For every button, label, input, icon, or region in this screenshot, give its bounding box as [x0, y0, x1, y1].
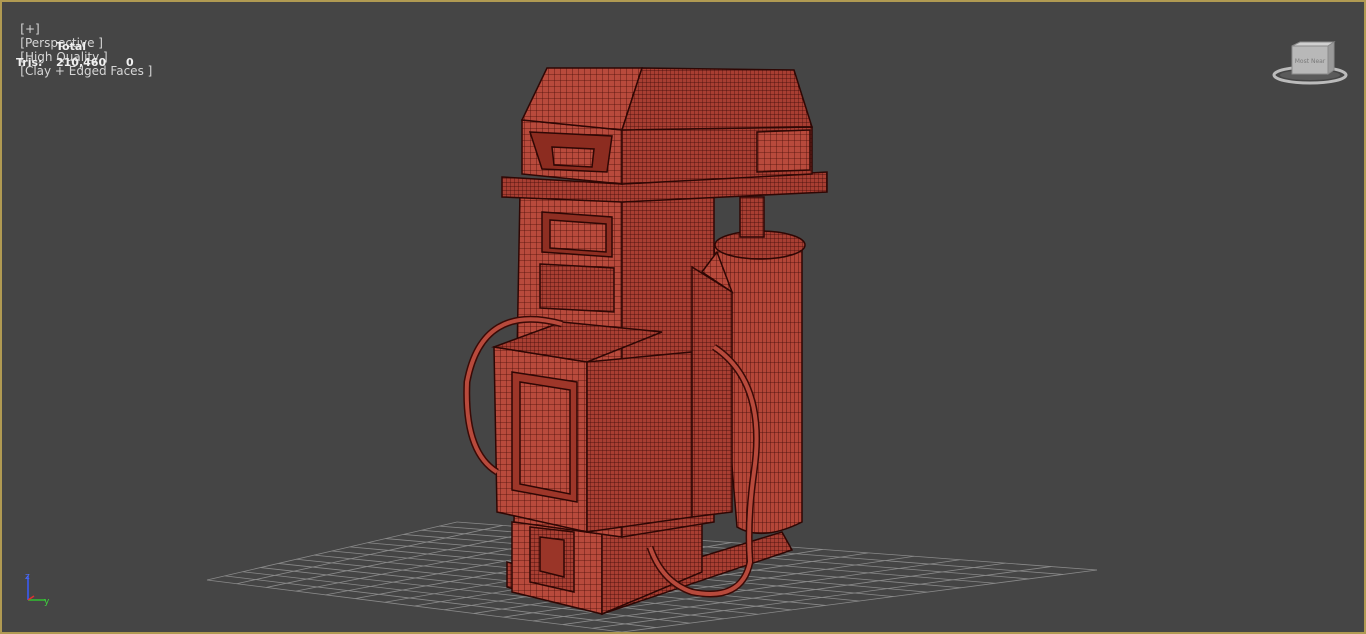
viewcube-icon[interactable]: Most Near [1270, 40, 1350, 90]
perspective-viewport[interactable]: [+] [Perspective ] [High Quality ] [Clay… [0, 0, 1366, 634]
axis-tripod-icon: z y [25, 572, 50, 607]
scene-canvas[interactable] [2, 2, 1364, 632]
stats-tris-total: 210,460 [56, 56, 107, 69]
axis-y-label: y [44, 597, 50, 607]
stats-tris-selected: 0 [126, 56, 134, 69]
gas-pump-model[interactable] [463, 67, 828, 616]
viewcube-face-label: Most Near [1295, 58, 1326, 65]
stats-tris-label: Tris: [16, 56, 43, 69]
axis-z-label: z [25, 572, 30, 582]
viewport-general-menu[interactable]: [+] [20, 22, 39, 36]
stats-total-header: Total [56, 40, 87, 53]
